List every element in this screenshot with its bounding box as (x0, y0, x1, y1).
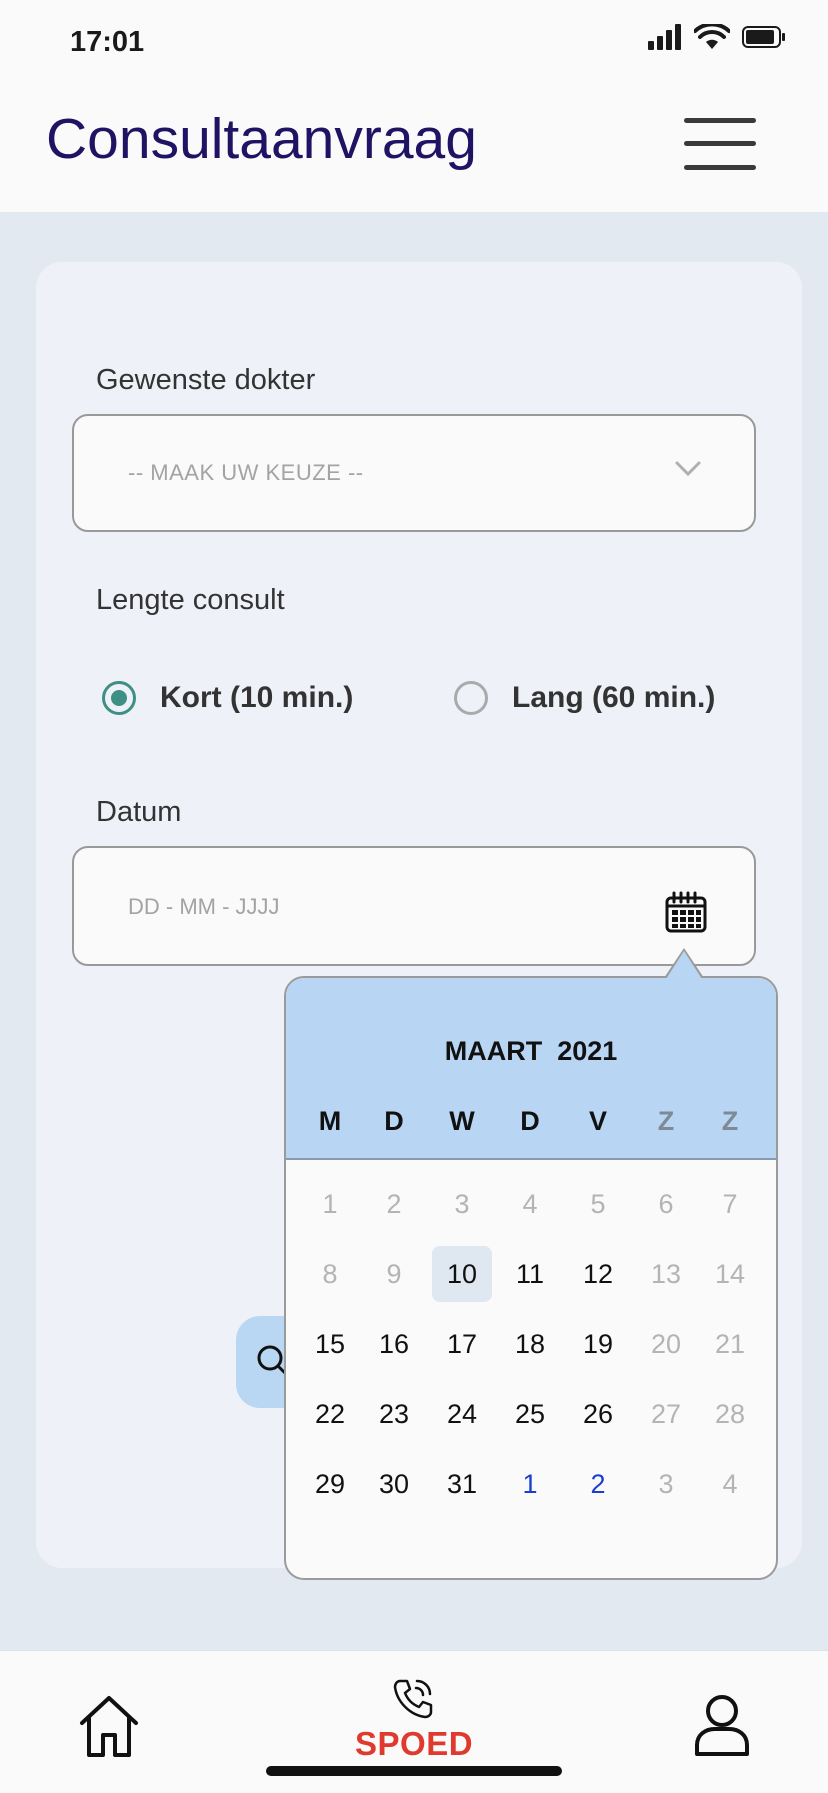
calendar-day[interactable]: 2 (568, 1456, 628, 1512)
calendar-day: 7 (722, 1189, 738, 1219)
app-header: Consultaanvraag (0, 84, 828, 212)
status-bar: 17:01 (0, 0, 828, 84)
page-title: Consultaanvraag (46, 107, 477, 171)
date-placeholder: DD - MM - JJJJ (128, 894, 280, 919)
calendar-day: 13 (650, 1259, 682, 1289)
calendar-day[interactable]: 16 (364, 1316, 424, 1372)
calendar-day: 5 (590, 1189, 606, 1219)
calendar-day[interactable]: 1 (500, 1456, 560, 1512)
calendar-month-year: MAART 2021 (286, 1036, 776, 1067)
date-field[interactable]: DD - MM - JJJJ (72, 846, 756, 966)
radio-circle-selected[interactable] (102, 681, 136, 715)
calendar-icon[interactable] (664, 890, 708, 934)
emergency-label[interactable]: SPOED (355, 1725, 473, 1763)
calendar-day-selected[interactable]: 10 (432, 1246, 492, 1302)
calendar-day[interactable]: 15 (300, 1316, 360, 1372)
calendar-month: MAART (444, 1036, 543, 1066)
calendar-header: MAART 2021 M D W D V Z Z (286, 978, 776, 1160)
cellular-signal-icon (648, 24, 681, 50)
calendar-day[interactable]: 31 (432, 1456, 492, 1512)
calendar-year: 2021 (557, 1036, 618, 1066)
date-picker-popover: MAART 2021 MDWDVZZ 1 2 3 4 5 6 7 8 9 10 11 12 13 14 15… (284, 976, 778, 1580)
weekday-label: Z (721, 1106, 739, 1136)
calendar-day: 1 (322, 1189, 338, 1219)
calendar-day[interactable]: 12 (568, 1246, 628, 1302)
calendar-day: 28 (714, 1399, 746, 1429)
weekday-label: W (449, 1106, 475, 1136)
doctor-label: Gewenste dokter (96, 364, 316, 396)
status-time: 17:01 (70, 26, 145, 58)
home-indicator (266, 1766, 562, 1776)
status-icons (648, 24, 786, 50)
calendar-day: 9 (386, 1259, 402, 1289)
calendar-day[interactable]: 29 (300, 1456, 360, 1512)
calendar-day[interactable]: 17 (432, 1316, 492, 1372)
calendar-day[interactable]: 23 (364, 1386, 424, 1442)
calendar-day[interactable]: 25 (500, 1386, 560, 1442)
calendar-day: 14 (714, 1259, 746, 1289)
chevron-down-icon (675, 461, 701, 477)
weekday-label: M (318, 1106, 342, 1136)
weekday-label: Z (657, 1106, 675, 1136)
calendar-day[interactable]: 19 (568, 1316, 628, 1372)
doctor-select[interactable]: -- MAAK UW KEUZE -- (72, 414, 756, 532)
weekday-label: D (520, 1106, 540, 1136)
date-label: Datum (96, 796, 182, 828)
home-icon[interactable] (76, 1693, 142, 1759)
popover-arrow-fill (666, 951, 702, 979)
radio-circle-unselected[interactable] (454, 681, 488, 715)
calendar-day: 4 (522, 1189, 538, 1219)
calendar-day[interactable]: 30 (364, 1456, 424, 1512)
radio-kort-label: Kort (10 min.) (160, 681, 354, 714)
length-label: Lengte consult (96, 584, 285, 616)
calendar-day[interactable]: 22 (300, 1386, 360, 1442)
battery-icon (742, 26, 785, 48)
hamburger-menu-icon[interactable] (684, 116, 756, 172)
doctor-select-placeholder: -- MAAK UW KEUZE -- (128, 460, 364, 485)
calendar-day: 8 (322, 1259, 338, 1289)
wifi-icon (694, 24, 730, 49)
calendar-day[interactable]: 24 (432, 1386, 492, 1442)
calendar-day: 6 (658, 1189, 674, 1219)
user-icon[interactable] (694, 1693, 750, 1757)
radio-kort[interactable]: Kort (10 min.) (102, 681, 353, 715)
calendar-day: 4 (722, 1469, 738, 1499)
weekday-label: V (588, 1106, 607, 1136)
radio-lang-label: Lang (60 min.) (512, 681, 716, 714)
calendar-day: 2 (386, 1189, 402, 1219)
calendar-day: 20 (650, 1329, 682, 1359)
weekday-label: D (384, 1106, 404, 1136)
calendar-day[interactable]: 26 (568, 1386, 628, 1442)
calendar-day: 3 (454, 1189, 470, 1219)
calendar-day: 27 (650, 1399, 682, 1429)
calendar-day: 3 (658, 1469, 674, 1499)
phone-call-icon[interactable] (392, 1677, 434, 1719)
calendar-day[interactable]: 18 (500, 1316, 560, 1372)
calendar-day[interactable]: 11 (500, 1246, 560, 1302)
calendar-day: 21 (714, 1329, 746, 1359)
radio-lang[interactable]: Lang (60 min.) (454, 681, 715, 715)
